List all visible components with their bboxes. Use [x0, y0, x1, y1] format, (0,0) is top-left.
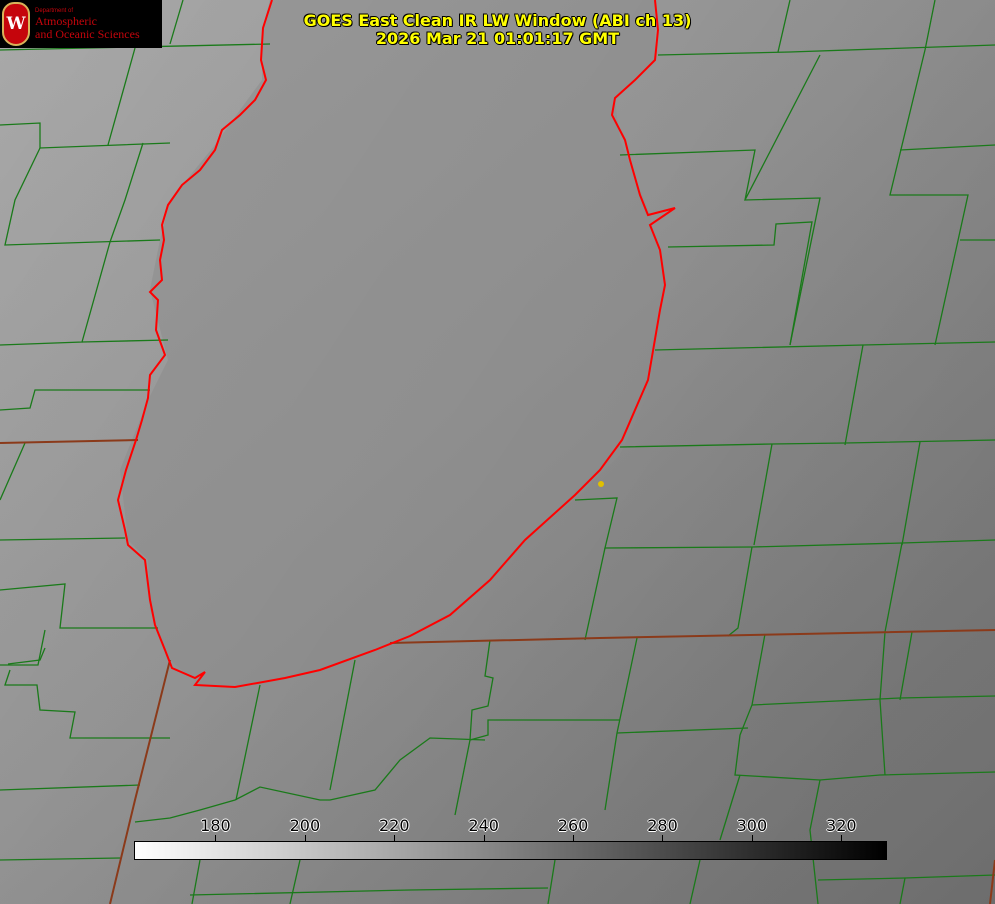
colorbar-gradient [134, 841, 887, 860]
colorbar-tick-label: 220 [378, 816, 410, 835]
colorbar-tick-mark [215, 835, 217, 841]
ir-satellite-map [0, 0, 995, 904]
product-title: GOES East Clean IR LW Window (ABI ch 13) [303, 11, 692, 30]
colorbar-tick-mark [662, 835, 664, 841]
colorbar-tick-mark [394, 835, 396, 841]
colorbar-tick-mark [304, 835, 306, 841]
colorbar-tick-label: 240 [468, 816, 499, 835]
observation-time: 2026 Mar 21 01:01:17 GMT [375, 29, 620, 48]
satellite-map-view: W Department of Atmospheric and Oceanic … [0, 0, 995, 904]
colorbar-tick-mark [573, 835, 575, 841]
colorbar-tick-label: 260 [557, 816, 589, 835]
station-marker [598, 481, 604, 487]
colorbar-tick-label: 300 [736, 816, 768, 835]
colorbar-legend: 180 200 220 240 260 280 300 320 [134, 812, 887, 860]
colorbar-tick-label: 180 [200, 816, 231, 835]
colorbar-tick-label: 280 [647, 816, 678, 835]
colorbar-tick-mark [483, 835, 485, 841]
colorbar-tick-label: 320 [826, 816, 857, 835]
colorbar-tick-mark [751, 835, 753, 841]
colorbar-tick-label: 200 [289, 816, 321, 835]
colorbar-tick-mark [841, 835, 843, 841]
